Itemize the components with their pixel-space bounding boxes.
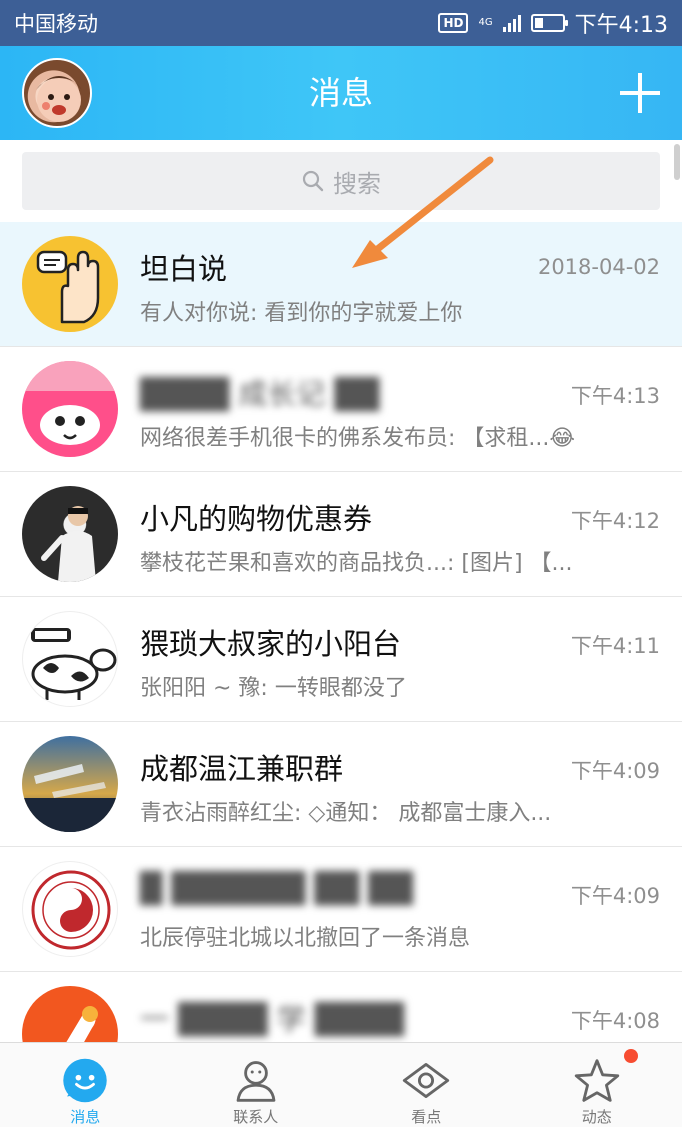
search-area: 搜索 [0, 140, 682, 222]
search-icon [302, 170, 324, 192]
university-logo-avatar [22, 861, 118, 957]
tab-label: 动态 [581, 1108, 612, 1126]
tab-contacts[interactable]: 联系人 [171, 1043, 342, 1127]
conversation-name: 成都温江兼职群 [140, 752, 344, 786]
bottom-nav: 消息 联系人 看点 动态 [0, 1042, 682, 1127]
status-time: 下午4:13 [574, 13, 668, 38]
conversation-item[interactable]: 成都温江兼职群 下午4:09 青衣沾雨醉红尘: ◇通知： 成都富士康入... [0, 722, 682, 847]
sunset-avatar [22, 736, 118, 832]
conversation-preview: 张阳阳 ~ 豫: 一转眼都没了 [140, 676, 407, 701]
conversation-time: 2018-04-02 [537, 255, 660, 279]
conversation-time: 下午4:08 [570, 1009, 660, 1033]
conversation-time: 下午4:13 [570, 384, 660, 408]
conversation-preview: 青衣沾雨醉红尘: ◇通知： 成都富士康入... [140, 801, 552, 826]
pink-avatar [22, 361, 118, 457]
status-bar: 中国移动 HD 4G 下午4:13 [0, 0, 682, 46]
notification-dot [624, 1049, 638, 1063]
eye-icon [403, 1063, 450, 1098]
add-button[interactable] [620, 73, 660, 113]
conversation-name: ████ 成长记 ██ [140, 377, 380, 411]
tab-kandian[interactable]: 看点 [341, 1043, 512, 1127]
conversation-name: 猥琐大叔家的小阳台 [140, 627, 402, 661]
hd-icon: HD [438, 13, 469, 33]
carrier-label: 中国移动 [14, 12, 98, 36]
conversation-name: 小凡的购物优惠券 [140, 502, 373, 536]
conversation-name: █ ██████ ██ ██ [140, 871, 413, 905]
conversation-time: 下午4:09 [570, 884, 660, 908]
conversation-name: 一 ████ 学 ████ [140, 1002, 405, 1036]
page-title: 消息 [308, 74, 373, 112]
conversation-item[interactable]: 小凡的购物优惠券 下午4:12 攀枝花芒果和喜欢的商品找负...: [图片] 【… [0, 472, 682, 597]
cow-avatar [22, 611, 118, 707]
search-placeholder: 搜索 [333, 169, 381, 198]
app-header: 消息 [0, 46, 682, 140]
conversation-preview: 攀枝花芒果和喜欢的商品找负...: [图片] 【... [140, 551, 573, 576]
search-input[interactable]: 搜索 [22, 152, 660, 210]
tab-label: 联系人 [233, 1108, 279, 1126]
battery-icon [530, 14, 568, 32]
signal-icon [502, 14, 521, 32]
star-icon [574, 1059, 619, 1102]
status-icons: HD 4G 下午4:13 [438, 7, 668, 39]
conversation-item[interactable]: 猥琐大叔家的小阳台 下午4:11 张阳阳 ~ 豫: 一转眼都没了 [0, 597, 682, 722]
tab-label: 看点 [411, 1108, 442, 1126]
orange-avatar [22, 986, 118, 1042]
conversation-preview: 有人对你说: 看到你的字就爱上你 [140, 301, 463, 326]
message-icon [63, 1058, 107, 1103]
tanbai-avatar [22, 236, 118, 332]
conversation-preview: 网络很差手机很卡的佛系发布员: 【求租...😂 [140, 426, 576, 451]
conversation-name: 坦白说 [140, 252, 228, 286]
conversation-time: 下午4:09 [570, 759, 660, 783]
tab-messages[interactable]: 消息 [0, 1043, 171, 1127]
conversation-time: 下午4:11 [570, 634, 660, 658]
conversation-item[interactable]: 坦白说 2018-04-02 有人对你说: 看到你的字就爱上你 [0, 222, 682, 347]
tab-dongtai[interactable]: 动态 [512, 1043, 682, 1127]
singer-avatar [22, 486, 118, 582]
conversation-list: 坦白说 2018-04-02 有人对你说: 看到你的字就爱上你 ████ 成长记… [0, 222, 682, 1042]
conversation-item[interactable]: 一 ████ 学 ████ 下午4:08 [0, 972, 682, 1042]
scrollbar[interactable] [674, 144, 680, 180]
contacts-icon [236, 1061, 276, 1102]
conversation-item[interactable]: ████ 成长记 ██ 下午4:13 网络很差手机很卡的佛系发布员: 【求租..… [0, 347, 682, 472]
conversation-preview: 北辰停驻北城以北撤回了一条消息 [140, 926, 471, 951]
network-type-label: 4G [478, 17, 493, 28]
tab-label: 消息 [70, 1108, 101, 1126]
conversation-time: 下午4:12 [570, 509, 660, 533]
conversation-item[interactable]: █ ██████ ██ ██ 下午4:09 北辰停驻北城以北撤回了一条消息 [0, 847, 682, 972]
